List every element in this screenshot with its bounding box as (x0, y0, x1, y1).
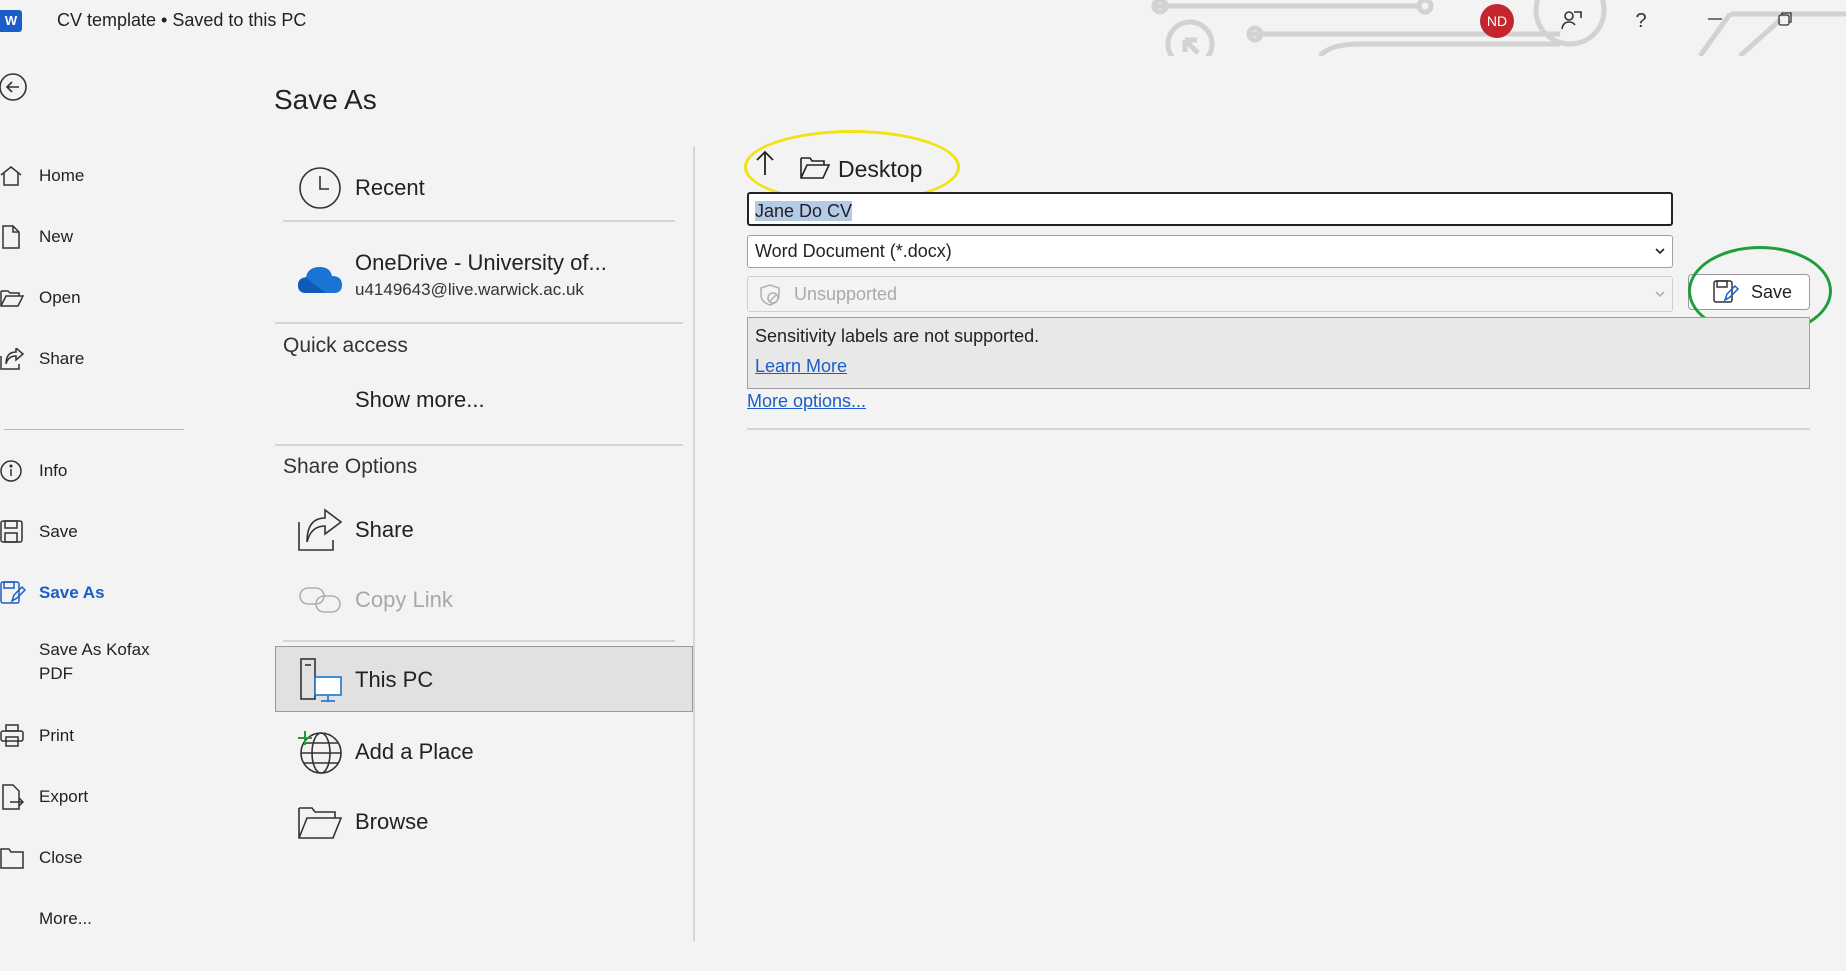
coauthor-icon[interactable] (1556, 8, 1586, 34)
divider (283, 220, 675, 222)
column-divider (693, 146, 695, 941)
nav-new[interactable]: New (0, 217, 200, 257)
open-folder-icon (0, 288, 26, 308)
location-share[interactable]: Share (273, 500, 693, 560)
location-browse[interactable]: Browse (273, 792, 693, 852)
share-icon (0, 348, 26, 370)
location-show-more[interactable]: Show more... (273, 380, 693, 420)
location-label: Share (355, 517, 414, 542)
sensitivity-notice: Sensitivity labels are not supported. Le… (747, 317, 1810, 389)
location-label: Browse (355, 809, 429, 834)
add-place-globe-icon (295, 727, 345, 777)
user-avatar[interactable]: ND (1480, 4, 1514, 38)
filename-selected-text: Jane Do CV (755, 201, 853, 221)
nav-label: Info (39, 461, 68, 480)
share-options-heading: Share Options (283, 455, 418, 478)
backstage-nav: Home New Open Share Info Save Save As Sa… (0, 48, 212, 971)
page-title: Save As (274, 84, 377, 115)
shield-unsupported-icon (758, 283, 782, 318)
file-type-dropdown[interactable]: Word Document (*.docx) (747, 235, 1673, 268)
link-icon (295, 575, 345, 625)
nav-label: Open (39, 288, 81, 307)
location-add-place[interactable]: Add a Place (273, 720, 693, 784)
nav-save-as[interactable]: Save As (0, 573, 200, 613)
onedrive-cloud-icon (295, 254, 345, 304)
clock-icon (295, 163, 345, 213)
print-icon (0, 724, 26, 748)
divider (747, 428, 1810, 430)
divider (275, 322, 683, 324)
new-document-icon (0, 225, 26, 249)
nav-export[interactable]: Export (0, 777, 200, 817)
nav-share[interactable]: Share (0, 339, 200, 379)
close-folder-icon (0, 847, 26, 869)
location-label: Add a Place (355, 739, 474, 764)
back-arrow-icon[interactable] (0, 72, 30, 107)
divider (283, 640, 675, 642)
nav-save[interactable]: Save (0, 512, 200, 552)
location-recent[interactable]: Recent (273, 158, 693, 218)
nav-info[interactable]: Info (0, 451, 200, 491)
minimize-button[interactable] (1700, 8, 1730, 34)
location-this-pc[interactable]: This PC (273, 650, 693, 710)
browse-folder-icon (295, 797, 345, 847)
nav-label: Save (39, 522, 78, 541)
file-type-value: Word Document (*.docx) (755, 241, 952, 261)
share-arrow-icon (295, 505, 345, 555)
save-icon (0, 520, 26, 544)
word-app-icon: W (0, 10, 22, 32)
location-onedrive[interactable]: OneDrive - University of... u4149643@liv… (273, 244, 693, 314)
nav-label: More... (39, 909, 92, 928)
nav-label: Print (39, 726, 74, 745)
filename-input[interactable]: Jane Do CV (747, 192, 1673, 226)
quick-access-heading: Quick access (283, 334, 408, 357)
export-icon (0, 784, 26, 810)
this-pc-icon (295, 655, 345, 705)
home-icon (0, 165, 26, 187)
nav-home[interactable]: Home (0, 156, 200, 196)
nav-more[interactable]: More... (0, 899, 200, 939)
nav-label: New (39, 227, 74, 246)
location-sublabel: u4149643@live.warwick.ac.uk (355, 280, 584, 299)
save-as-icon (0, 581, 26, 605)
divider (275, 444, 683, 446)
nav-label: Share (39, 349, 85, 368)
more-options-link[interactable]: More options... (747, 391, 866, 412)
title-bar: W CV template • Saved to this PC ND ? (0, 0, 1846, 56)
nav-label: Home (39, 166, 85, 185)
help-button[interactable]: ? (1628, 8, 1654, 34)
nav-open[interactable]: Open (0, 278, 200, 318)
document-title: CV template • Saved to this PC (57, 10, 307, 30)
restore-button[interactable] (1770, 8, 1800, 34)
location-label: This PC (355, 667, 434, 692)
nav-label: Save As Kofax PDF (39, 640, 150, 683)
nav-label: Close (39, 848, 83, 867)
nav-close[interactable]: Close (0, 838, 200, 878)
location-label: Show more... (355, 387, 485, 412)
location-label: OneDrive - University of... (355, 250, 607, 275)
notice-text: Sensitivity labels are not supported. (755, 326, 1040, 346)
location-label: Recent (355, 175, 425, 200)
nav-label: Save As (39, 583, 105, 602)
chevron-down-icon (1654, 236, 1666, 278)
sensitivity-dropdown: Unsupported (747, 276, 1673, 312)
location-copy-link: Copy Link (273, 570, 693, 630)
nav-label: Export (39, 787, 89, 806)
learn-more-link[interactable]: Learn More (755, 356, 847, 377)
sensitivity-value: Unsupported (794, 284, 898, 304)
nav-print[interactable]: Print (0, 716, 200, 756)
info-icon (0, 459, 26, 483)
nav-save-as-kofax-pdf[interactable]: Save As Kofax PDF (0, 634, 200, 690)
location-label: Copy Link (355, 587, 453, 612)
nav-divider (4, 429, 184, 430)
